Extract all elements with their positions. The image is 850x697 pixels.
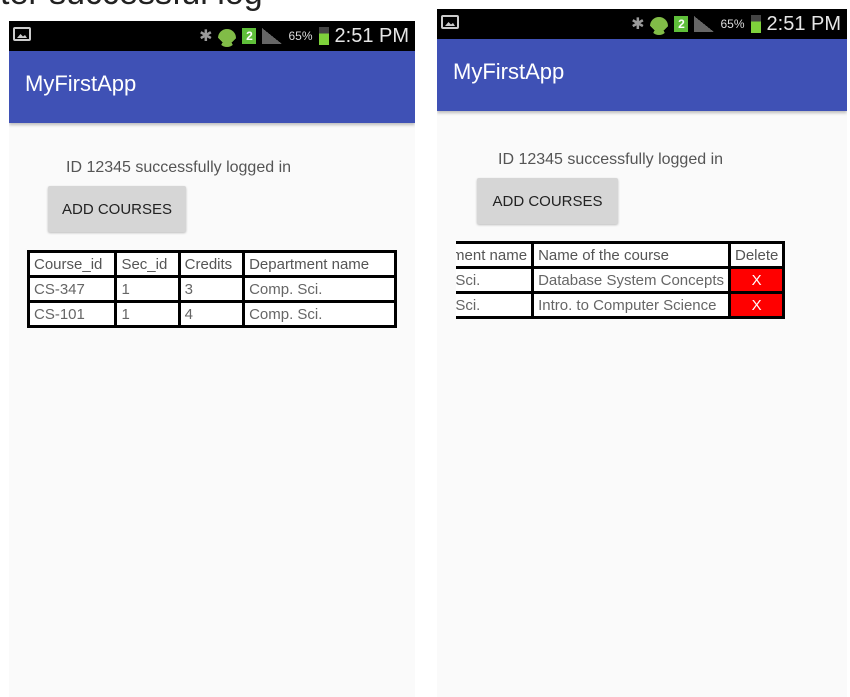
table-row: CS-101 1 4 Comp. Sci. [27, 300, 397, 328]
status-bar: ✱ 2 65% 2:51 PM [9, 21, 415, 51]
caption-text: ter successful log [0, 0, 263, 13]
delete-button[interactable]: X [727, 291, 786, 319]
status-bar: ✱ 2 65% 2:51 PM [437, 9, 847, 39]
wifi-icon [650, 17, 669, 35]
battery-percent: 65% [720, 17, 745, 31]
cell-sec-id: 1 [114, 300, 181, 328]
header-credits: Credits [177, 250, 246, 278]
cell-department: Comp. Sci. [456, 291, 535, 319]
image-notification-icon [13, 27, 31, 41]
clock: 2:51 PM [334, 24, 409, 47]
app-title: MyFirstApp [453, 59, 565, 84]
bluetooth-icon: ✱ [631, 16, 645, 33]
table-header-row: Department name Name of the course Delet… [456, 241, 786, 269]
battery-icon [318, 27, 329, 45]
sim-icon: 2 [674, 16, 689, 32]
table-row: Comp. Sci. Intro. to Computer Science X [456, 291, 786, 319]
app-title: MyFirstApp [25, 71, 137, 96]
battery-percent: 65% [288, 29, 313, 43]
cell-course-id: CS-101 [27, 300, 118, 328]
wifi-icon [218, 29, 237, 47]
app-bar: MyFirstApp [437, 39, 847, 111]
header-delete: Delete [727, 241, 786, 269]
table-row: Comp. Sci. Database System Concepts X [456, 266, 786, 294]
cell-course-id: CS-347 [27, 275, 118, 303]
table-viewport[interactable]: Department name Name of the course Delet… [456, 241, 830, 329]
add-courses-button[interactable]: ADD COURSES [48, 186, 186, 232]
cell-credits: 4 [177, 300, 246, 328]
header-sec-id: Sec_id [114, 250, 181, 278]
table-header-row: Course_id Sec_id Credits Department name [27, 250, 397, 278]
app-bar: MyFirstApp [9, 51, 415, 123]
login-message: ID 12345 successfully logged in [66, 159, 292, 176]
cell-sec-id: 1 [114, 275, 181, 303]
header-course-name: Name of the course [531, 241, 731, 269]
clock: 2:51 PM [766, 12, 841, 35]
header-department-name: Department name [456, 241, 535, 269]
signal-icon [694, 16, 715, 32]
table-viewport[interactable]: Course_id Sec_id Credits Department name… [27, 250, 397, 340]
header-course-id: Course_id [27, 250, 118, 278]
add-courses-button[interactable]: ADD COURSES [477, 178, 618, 224]
cell-department: Comp. Sci. [242, 300, 397, 328]
login-message: ID 12345 successfully logged in [498, 151, 724, 168]
table-row: CS-347 1 3 Comp. Sci. [27, 275, 397, 303]
header-department-name: Department name [242, 250, 397, 278]
cell-course-name: Database System Concepts [531, 266, 731, 294]
cell-department: Comp. Sci. [242, 275, 397, 303]
battery-icon [750, 15, 761, 33]
courses-table: Course_id Sec_id Credits Department name… [27, 250, 397, 328]
bluetooth-icon: ✱ [199, 28, 213, 45]
courses-table: Department name Name of the course Delet… [456, 241, 786, 319]
delete-button[interactable]: X [727, 266, 786, 294]
image-notification-icon [441, 15, 459, 29]
sim-icon: 2 [242, 28, 257, 44]
cell-credits: 3 [177, 275, 246, 303]
phone-screen-left: ✱ 2 65% 2:51 PM MyFirstApp ID 12345 succ… [9, 21, 415, 697]
cell-course-name: Intro. to Computer Science [531, 291, 731, 319]
signal-icon [262, 28, 283, 44]
cell-department: Comp. Sci. [456, 266, 535, 294]
phone-screen-right: ✱ 2 65% 2:51 PM MyFirstApp ID 12345 succ… [437, 9, 847, 697]
